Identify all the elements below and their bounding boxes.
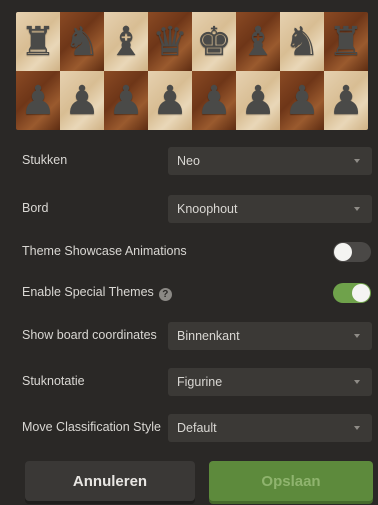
setting-label-move-classification-style: Move Classification Style bbox=[22, 420, 161, 434]
square-e8-king: ♚ bbox=[192, 12, 236, 71]
piece-notation-select[interactable]: Figurine bbox=[168, 368, 372, 396]
save-button[interactable]: Opslaan bbox=[209, 461, 373, 501]
square-f7-pawn: ♟ bbox=[236, 71, 280, 130]
board-select[interactable]: Knoophout bbox=[168, 195, 372, 223]
setting-row-pieces: Stukken Neo bbox=[0, 147, 378, 175]
setting-row-board: Bord Knoophout bbox=[0, 195, 378, 223]
setting-row-board-coordinates: Show board coordinates Binnenkant bbox=[0, 322, 378, 350]
square-a7-pawn: ♟ bbox=[16, 71, 60, 130]
cancel-button[interactable]: Annuleren bbox=[25, 461, 195, 501]
setting-label-board: Bord bbox=[22, 201, 49, 215]
square-f8-bishop: ♝ bbox=[236, 12, 280, 71]
setting-row-move-classification-style: Move Classification Style Default bbox=[0, 414, 378, 442]
square-b8-knight: ♞ bbox=[60, 12, 104, 71]
setting-row-piece-notation: Stuknotatie Figurine bbox=[0, 368, 378, 396]
board-theme-settings-panel: ♜ ♞ ♝ ♛ ♚ ♝ ♞ ♜ ♟ ♟ ♟ ♟ ♟ ♟ ♟ ♟ Stukken … bbox=[0, 0, 378, 505]
square-c7-pawn: ♟ bbox=[104, 71, 148, 130]
square-h8-rook: ♜ bbox=[324, 12, 368, 71]
move-classification-style-select-value: Default bbox=[177, 421, 217, 435]
square-c8-bishop: ♝ bbox=[104, 12, 148, 71]
square-g8-knight: ♞ bbox=[280, 12, 324, 71]
square-e7-pawn: ♟ bbox=[192, 71, 236, 130]
piece-notation-select-value: Figurine bbox=[177, 375, 223, 389]
square-a8-rook: ♜ bbox=[16, 12, 60, 71]
board-coordinates-select-value: Binnenkant bbox=[177, 329, 240, 343]
chevron-down-icon bbox=[354, 207, 360, 211]
toggle-knob bbox=[334, 243, 352, 261]
setting-label-piece-notation: Stuknotatie bbox=[22, 374, 85, 388]
move-classification-style-select[interactable]: Default bbox=[168, 414, 372, 442]
chevron-down-icon bbox=[354, 380, 360, 384]
setting-label-enable-special-themes: Enable Special Themes? bbox=[22, 285, 172, 301]
board-preview: ♜ ♞ ♝ ♛ ♚ ♝ ♞ ♜ ♟ ♟ ♟ ♟ ♟ ♟ ♟ ♟ bbox=[16, 12, 368, 130]
pieces-select-value: Neo bbox=[177, 154, 200, 168]
toggle-knob bbox=[352, 284, 370, 302]
setting-row-theme-showcase-animations: Theme Showcase Animations bbox=[0, 238, 378, 266]
board-coordinates-select[interactable]: Binnenkant bbox=[168, 322, 372, 350]
board-select-value: Knoophout bbox=[177, 202, 238, 216]
square-b7-pawn: ♟ bbox=[60, 71, 104, 130]
chevron-down-icon bbox=[354, 426, 360, 430]
setting-label-board-coordinates: Show board coordinates bbox=[22, 328, 157, 342]
help-icon[interactable]: ? bbox=[158, 288, 172, 301]
chevron-down-icon bbox=[354, 159, 360, 163]
setting-row-enable-special-themes: Enable Special Themes? bbox=[0, 279, 378, 307]
square-h7-pawn: ♟ bbox=[324, 71, 368, 130]
chevron-down-icon bbox=[354, 334, 360, 338]
setting-label-theme-showcase-animations: Theme Showcase Animations bbox=[22, 244, 187, 258]
square-d7-pawn: ♟ bbox=[148, 71, 192, 130]
square-g7-pawn: ♟ bbox=[280, 71, 324, 130]
enable-special-themes-toggle[interactable] bbox=[333, 283, 371, 303]
theme-showcase-animations-toggle[interactable] bbox=[333, 242, 371, 262]
pieces-select[interactable]: Neo bbox=[168, 147, 372, 175]
setting-label-pieces: Stukken bbox=[22, 153, 68, 167]
enable-special-themes-label-text: Enable Special Themes bbox=[22, 285, 154, 299]
square-d8-queen: ♛ bbox=[148, 12, 192, 71]
